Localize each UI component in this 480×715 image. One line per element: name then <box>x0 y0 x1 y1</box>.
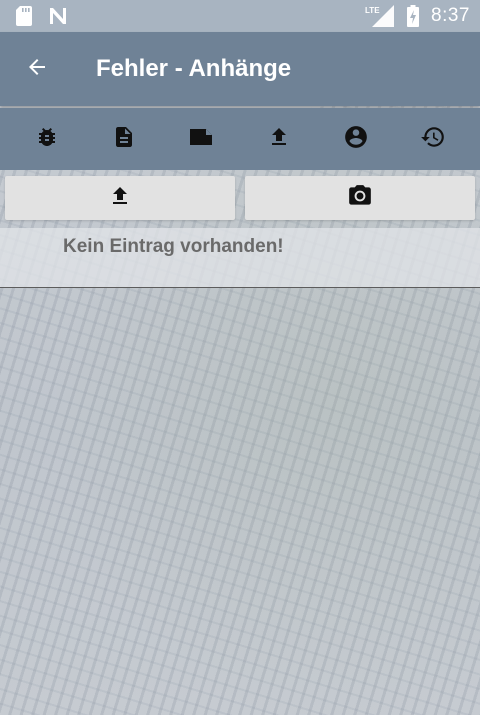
app-bar: Fehler - Anhänge <box>0 32 480 106</box>
upload-icon <box>267 125 291 154</box>
attachment-list: Kein Eintrag vorhanden! <box>0 228 480 288</box>
account-circle-icon <box>343 124 369 155</box>
upload-file-button[interactable] <box>5 176 235 220</box>
signal-icon: LTE <box>365 5 395 27</box>
status-bar: LTE 8:37 <box>0 0 480 32</box>
upload-tab-button[interactable] <box>252 112 306 166</box>
page-title: Fehler - Anhänge <box>96 55 292 82</box>
upload-icon <box>108 184 132 213</box>
battery-charging-icon <box>403 5 423 27</box>
note-icon <box>188 125 214 154</box>
action-row <box>0 176 480 222</box>
network-label: LTE <box>365 6 380 15</box>
n-notification-icon <box>48 6 68 26</box>
take-photo-button[interactable] <box>245 176 475 220</box>
toolbar <box>0 108 480 170</box>
note-button[interactable] <box>174 112 228 166</box>
bug-icon <box>35 125 59 154</box>
bug-report-button[interactable] <box>20 112 74 166</box>
status-time: 8:37 <box>431 5 470 26</box>
document-button[interactable] <box>97 112 151 166</box>
empty-message: Kein Eintrag vorhanden! <box>63 236 284 257</box>
arrow-back-icon <box>25 55 49 84</box>
history-icon <box>420 124 446 155</box>
sd-card-icon <box>14 6 34 26</box>
document-icon <box>112 125 136 154</box>
history-button[interactable] <box>406 112 460 166</box>
camera-icon <box>346 183 374 214</box>
account-button[interactable] <box>329 112 383 166</box>
back-button[interactable] <box>0 32 74 106</box>
screen: LTE 8:37 Fehler - Anhänge Kein Eintrag v… <box>0 0 480 715</box>
